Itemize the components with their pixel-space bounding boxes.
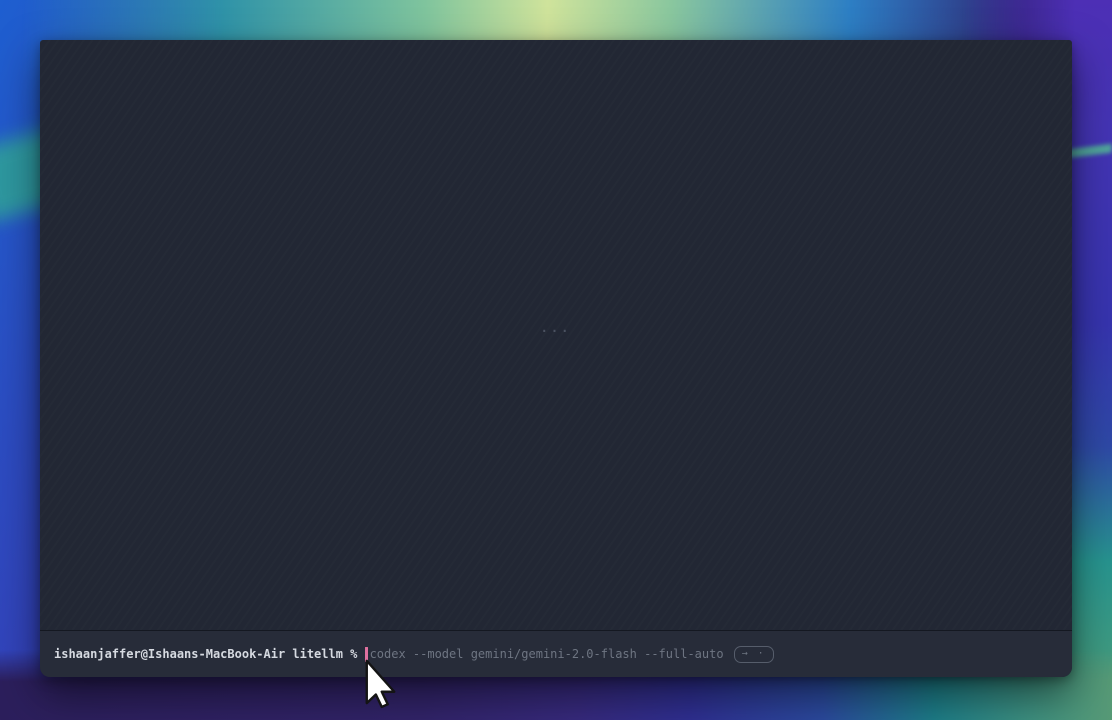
terminal-window: ··· ishaanjaffer@Ishaans-MacBook-Air lite…	[40, 40, 1072, 677]
hint-badge-label: → ·	[742, 646, 766, 662]
autocomplete-hint-badge: → ·	[734, 646, 774, 663]
terminal-command-line[interactable]: ishaanjaffer@Ishaans-MacBook-Air litellm%…	[40, 630, 1072, 677]
prompt-symbol: %	[350, 646, 357, 662]
text-caret	[365, 647, 368, 662]
terminal-output-area: ···	[40, 40, 1072, 630]
terminal-loading-ellipsis: ···	[541, 324, 572, 338]
command-autosuggestion: codex --model gemini/gemini-2.0-flash --…	[370, 646, 724, 662]
prompt-user-host: ishaanjaffer@Ishaans-MacBook-Air	[54, 646, 285, 662]
prompt-directory: litellm	[292, 646, 343, 662]
desktop-wallpaper: ··· ishaanjaffer@Ishaans-MacBook-Air lite…	[0, 0, 1112, 720]
